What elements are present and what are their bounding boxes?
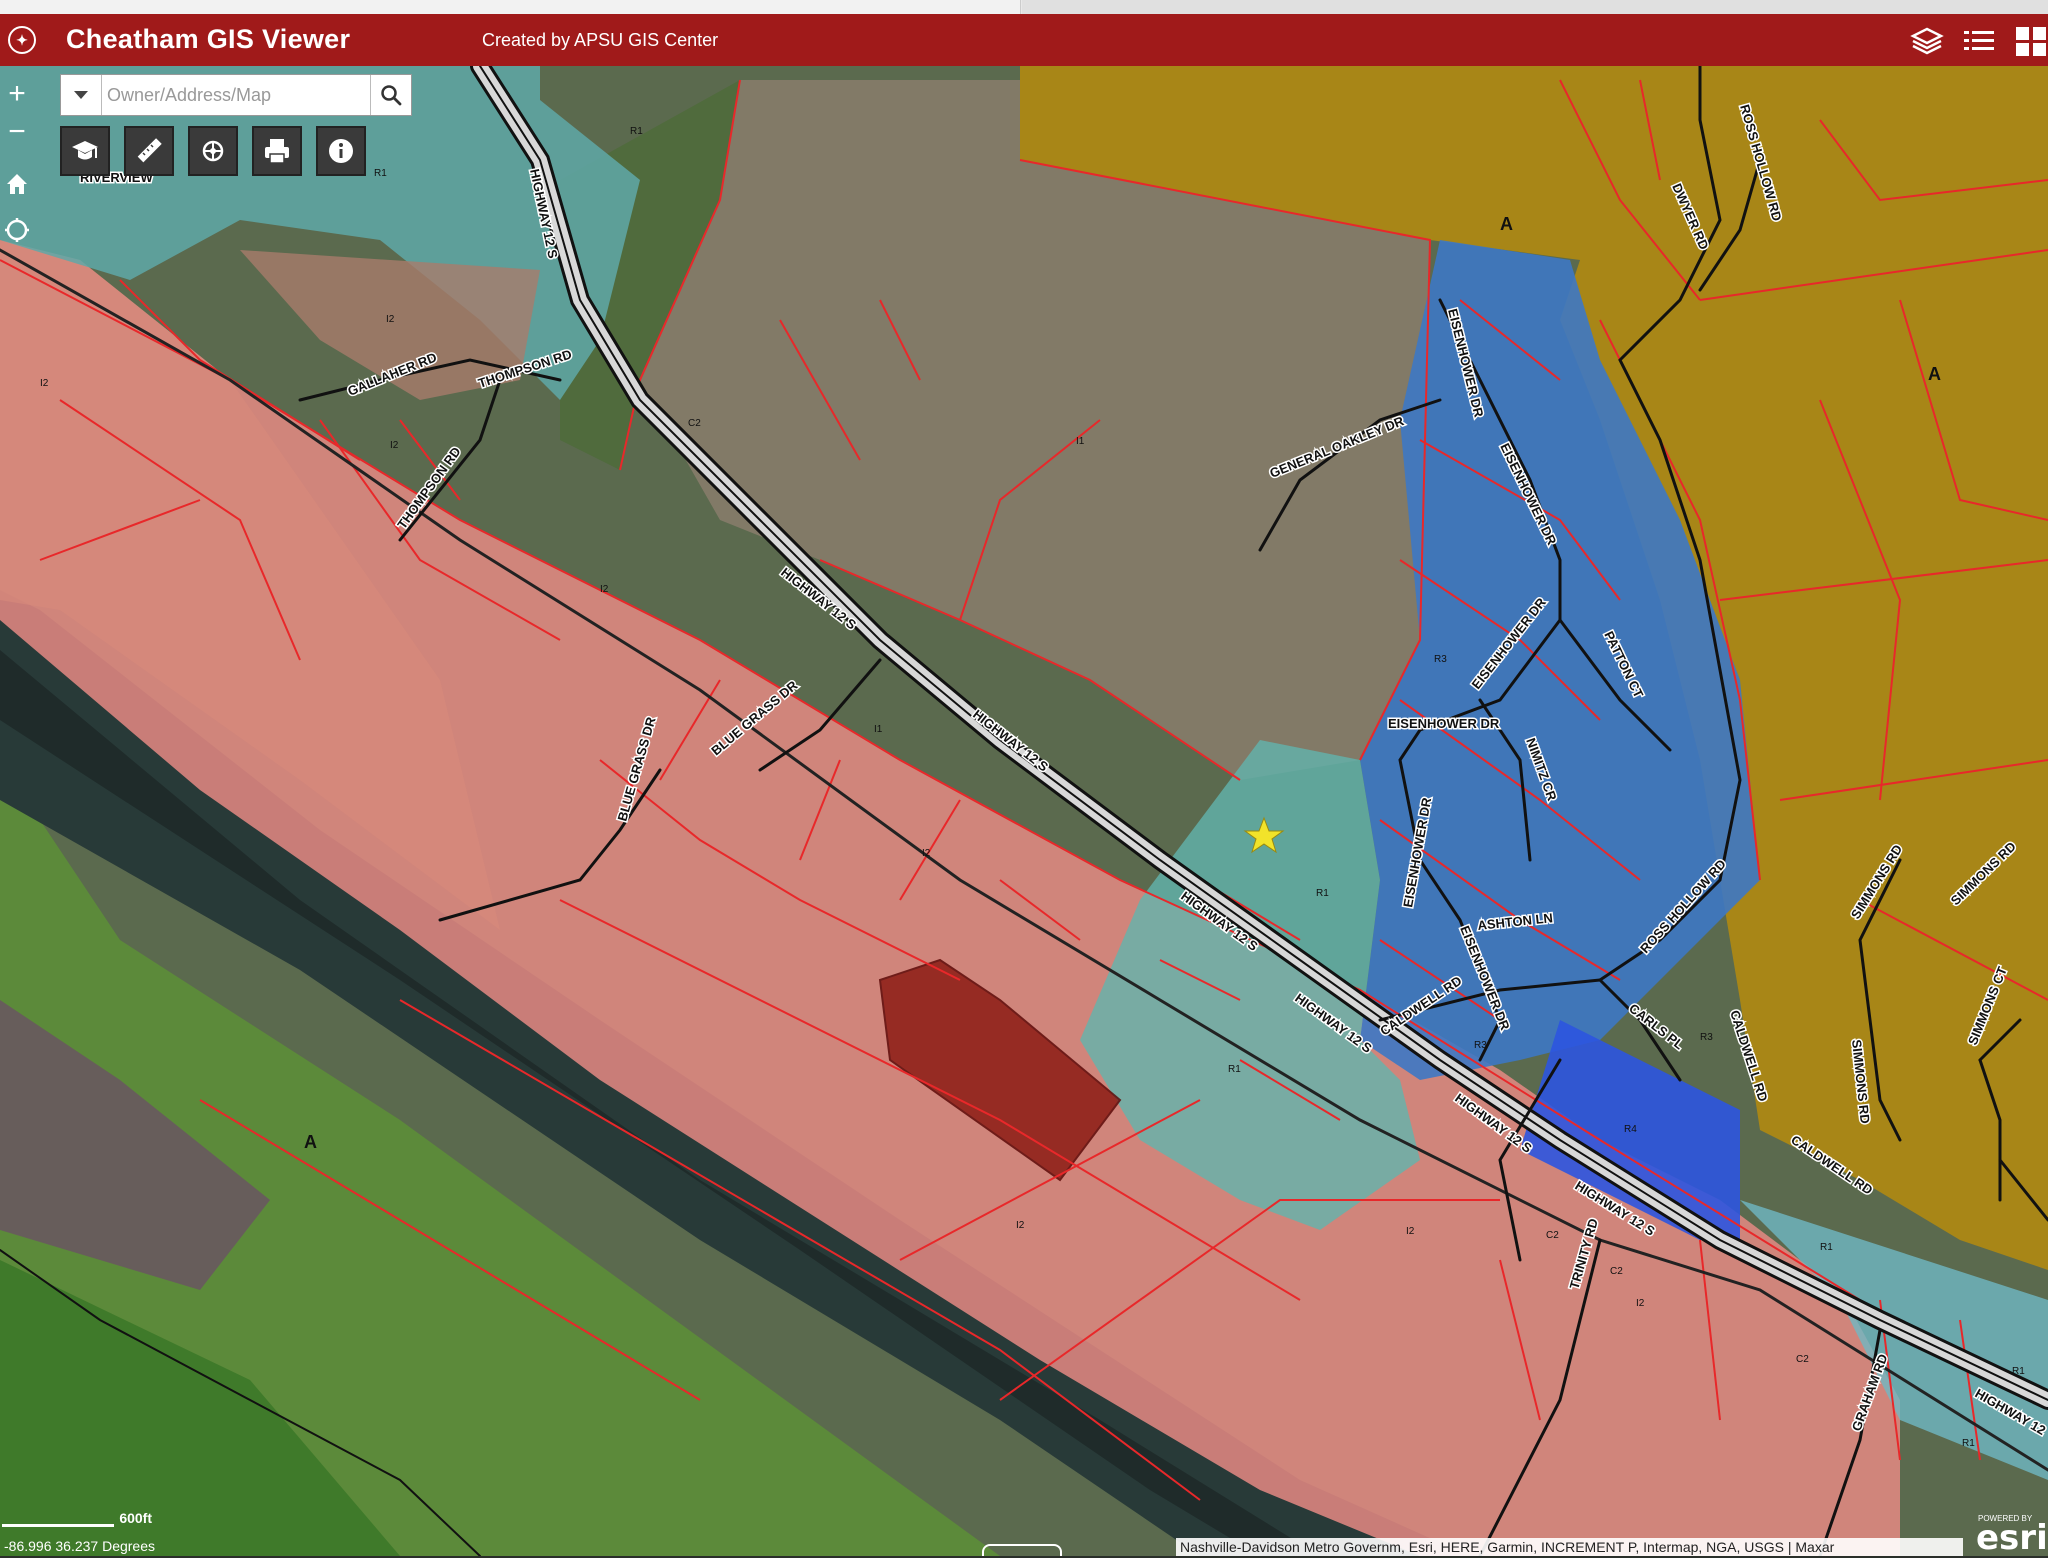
zone-label: I2 (1406, 1226, 1415, 1237)
road-label: EISENHOWER DR (1388, 716, 1500, 731)
print-button[interactable] (252, 126, 302, 176)
info-icon (326, 136, 356, 166)
zone-label: R3 (1434, 654, 1447, 665)
zone-label: R4 (1624, 1124, 1637, 1135)
draw-tools-icon (198, 136, 228, 166)
draw-tools-button[interactable] (188, 126, 238, 176)
scale-bar-line (2, 1524, 114, 1527)
measure-ruler-icon (134, 136, 164, 166)
app-subtitle: Created by APSU GIS Center (482, 30, 718, 51)
zoom-in-button[interactable]: + (0, 76, 34, 114)
measure-button[interactable] (124, 126, 174, 176)
app-header: ✦ Cheatham GIS Viewer Created by APSU GI… (0, 14, 2048, 66)
print-icon (262, 136, 292, 166)
zoom-out-button[interactable]: − (0, 114, 34, 152)
scale-bar-label: 600ft (119, 1510, 152, 1526)
zone-label: I2 (386, 314, 395, 325)
zone-label: I2 (1636, 1298, 1645, 1309)
graduation-cap-button[interactable] (60, 126, 110, 176)
map-attribution: Nashville-Davidson Metro Governm, Esri, … (1176, 1538, 1963, 1556)
layers-icon[interactable] (1910, 24, 1944, 58)
locate-icon[interactable] (0, 210, 34, 250)
browser-tab-strip (0, 0, 2048, 14)
graduation-cap-icon (70, 136, 100, 166)
browser-tab[interactable] (1022, 0, 2048, 14)
panel-toggle-handle[interactable] (982, 1544, 1062, 1556)
basemap-gallery-icon[interactable] (2014, 24, 2048, 58)
map-view[interactable]: A A A I2 I2 I2 I2 I2 I2 I2 I2 I1 I1 C2 C… (0, 66, 2048, 1556)
coordinate-readout: -86.996 36.237 Degrees (4, 1538, 155, 1554)
zone-label: A (1928, 364, 1941, 384)
zone-label: R1 (1316, 888, 1329, 899)
zone-label: I2 (40, 378, 49, 389)
zone-label: I1 (1076, 436, 1085, 447)
zoom-controls: + − (0, 76, 34, 152)
search-source-dropdown[interactable] (61, 75, 102, 115)
zone-label: I2 (922, 848, 931, 859)
zone-label: R1 (2012, 1366, 2025, 1377)
zone-label: A (1500, 214, 1513, 234)
search-icon (380, 84, 402, 106)
zone-label: I2 (390, 440, 399, 451)
esri-name: esri (1976, 1518, 2048, 1558)
zone-label: R1 (374, 168, 387, 179)
legend-list-icon[interactable] (1962, 24, 1996, 58)
zone-label: I1 (874, 724, 883, 735)
zone-label: I2 (600, 584, 609, 595)
search-input[interactable] (105, 80, 365, 110)
zone-label: R1 (630, 126, 643, 137)
zone-label: R3 (1700, 1032, 1713, 1043)
zone-label: R1 (1962, 1438, 1975, 1449)
zone-label: R3 (1474, 1040, 1487, 1051)
search-button[interactable] (370, 75, 411, 115)
zone-label: R1 (1228, 1064, 1241, 1075)
esri-logo: POWERED BY esri (1972, 1512, 2048, 1556)
zone-label: C2 (1796, 1354, 1809, 1365)
chevron-down-icon (73, 90, 89, 100)
zone-label: C2 (1610, 1266, 1623, 1277)
search-box (60, 74, 412, 116)
zone-label: A (304, 1132, 317, 1152)
zone-label: C2 (688, 418, 701, 429)
zone-label: I2 (1016, 1220, 1025, 1231)
browser-tab[interactable] (0, 0, 1021, 14)
info-button[interactable] (316, 126, 366, 176)
app-title: Cheatham GIS Viewer (66, 24, 350, 55)
scale-bar: 600ft (2, 1512, 112, 1528)
county-logo-icon: ✦ (8, 26, 36, 54)
zone-label: R1 (1820, 1242, 1833, 1253)
zone-label: C2 (1546, 1230, 1559, 1241)
home-icon[interactable] (0, 164, 34, 204)
map-canvas[interactable]: A A A I2 I2 I2 I2 I2 I2 I2 I2 I1 I1 C2 C… (0, 66, 2048, 1556)
